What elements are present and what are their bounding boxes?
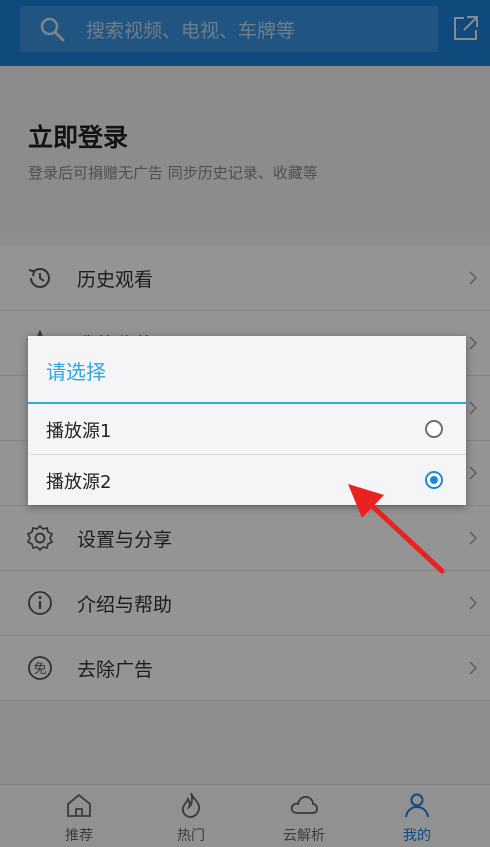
red-arrow-annotation	[348, 484, 445, 574]
option-label-source-2: 播放源2	[46, 472, 112, 493]
dialog-title: 请选择	[46, 360, 106, 384]
radio-source-1[interactable]	[425, 420, 443, 438]
option-label-source-1: 播放源1	[46, 421, 112, 442]
option-source-1[interactable]: 播放源1	[28, 404, 466, 455]
